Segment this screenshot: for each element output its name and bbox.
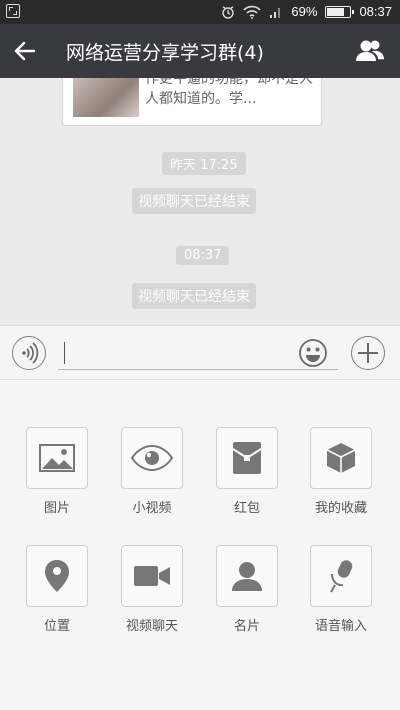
tool-label: 位置: [43, 619, 70, 634]
tool-label: 图片: [43, 501, 70, 516]
red-envelope-icon: [232, 442, 262, 474]
shared-article-card[interactable]: 作更牛逼的功能，却不是人人都知道的。学...: [62, 78, 322, 126]
tool-location[interactable]: 位置: [17, 545, 97, 634]
tool-label: 红包: [233, 501, 260, 516]
alarm-icon: [222, 5, 235, 19]
tool-voice-input[interactable]: 语音输入: [301, 545, 381, 634]
tool-location-button[interactable]: [26, 545, 88, 607]
tool-contact-card-button[interactable]: [216, 545, 278, 607]
tool-contact-card[interactable]: 名片: [207, 545, 287, 634]
article-thumbnail: [73, 78, 139, 117]
tool-short-video[interactable]: 小视频: [112, 427, 192, 516]
back-arrow-icon: [14, 41, 36, 61]
status-bar: 69% 08:37: [0, 0, 400, 24]
plus-icon: [358, 343, 378, 363]
tool-favorites-button[interactable]: [310, 427, 372, 489]
tool-red-envelope-button[interactable]: [216, 427, 278, 489]
battery-icon: [325, 5, 355, 18]
message-input[interactable]: [58, 336, 338, 370]
microphone-icon: [330, 560, 353, 593]
tools-panel: 图片 小视频 红包 我的收藏 位置 视频聊天 名片 语音输入: [0, 380, 400, 710]
emoji-button[interactable]: [298, 338, 328, 368]
tool-short-video-button[interactable]: [121, 427, 183, 489]
timestamp: 08:37: [176, 246, 230, 265]
image-icon: [39, 444, 75, 472]
group-members-button[interactable]: [354, 36, 386, 66]
system-message: 视频聊天已经结束: [132, 283, 256, 309]
eye-icon: [130, 445, 174, 471]
chat-messages[interactable]: 作更牛逼的功能，却不是人人都知道的。学... 昨天 17:25 视频聊天已经结束…: [0, 78, 400, 325]
voice-icon: [22, 342, 39, 364]
page-title: 网络运营分享学习群(4): [66, 42, 264, 64]
tool-label: 小视频: [132, 501, 172, 516]
tool-video-chat[interactable]: 视频聊天: [112, 545, 192, 634]
location-pin-icon: [45, 560, 69, 592]
timestamp: 昨天 17:25: [162, 152, 246, 175]
tool-label: 名片: [233, 619, 260, 634]
screenshot-icon: [6, 4, 20, 18]
tool-label: 语音输入: [314, 619, 367, 634]
input-bar: [0, 325, 400, 380]
emoji-icon: [299, 339, 327, 367]
tool-video-chat-button[interactable]: [121, 545, 183, 607]
video-camera-icon: [134, 566, 170, 586]
tool-red-envelope[interactable]: 红包: [207, 427, 287, 516]
signal-icon: [270, 7, 281, 18]
article-description: 作更牛逼的功能，却不是人人都知道的。学...: [145, 78, 313, 107]
cube-icon: [326, 443, 356, 473]
tool-image[interactable]: 图片: [17, 427, 97, 516]
system-message: 视频聊天已经结束: [132, 188, 256, 214]
tool-favorites[interactable]: 我的收藏: [301, 427, 381, 516]
clock: 08:37: [359, 4, 392, 19]
text-cursor: [64, 342, 65, 364]
tool-voice-input-button[interactable]: [310, 545, 372, 607]
person-card-icon: [232, 562, 262, 591]
tool-label: 我的收藏: [314, 501, 367, 516]
wifi-icon: [243, 5, 262, 19]
voice-toggle-button[interactable]: [12, 336, 46, 370]
more-tools-button[interactable]: [351, 336, 385, 370]
battery-percent: 69%: [291, 4, 318, 19]
people-icon: [356, 40, 384, 61]
status-indicators: 69% 08:37: [221, 4, 392, 19]
back-button[interactable]: [10, 36, 40, 66]
tool-image-button[interactable]: [26, 427, 88, 489]
chat-header: 网络运营分享学习群(4): [0, 24, 400, 78]
tool-label: 视频聊天: [125, 619, 178, 634]
